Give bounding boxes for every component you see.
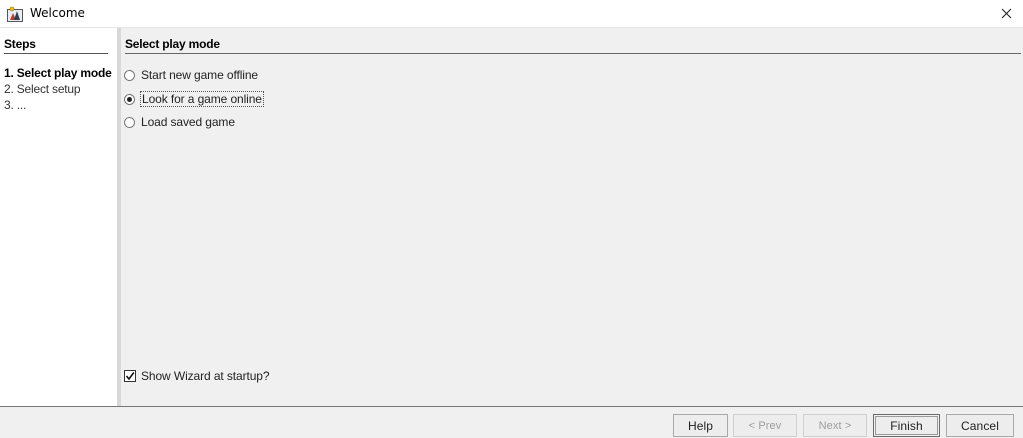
steps-header: Steps [4, 37, 108, 54]
show-wizard-checkbox-row[interactable]: Show Wizard at startup? [124, 368, 270, 384]
help-button[interactable]: Help [673, 414, 728, 437]
radio-button[interactable] [124, 116, 135, 128]
title-bar: Welcome [0, 0, 1023, 28]
app-icon [7, 6, 23, 22]
radio-label: Look for a game online [140, 91, 264, 107]
step-item-select-play-mode: 1. Select play mode [4, 66, 112, 80]
window-title: Welcome [30, 6, 85, 20]
close-button[interactable] [989, 0, 1023, 27]
radio-start-new-game-offline[interactable]: Start new game offline [124, 67, 258, 83]
steps-panel: Steps 1. Select play mode 2. Select setu… [0, 28, 117, 406]
cancel-button[interactable]: Cancel [946, 414, 1014, 437]
close-icon [1001, 8, 1011, 19]
content-header: Select play mode [125, 37, 1021, 54]
button-bar: Help < Prev Next > Finish Cancel [0, 406, 1023, 438]
next-button[interactable]: Next > [803, 414, 867, 437]
radio-label: Start new game offline [141, 68, 258, 82]
radio-label: Load saved game [141, 115, 235, 129]
radio-button[interactable] [124, 69, 135, 81]
radio-load-saved-game[interactable]: Load saved game [124, 114, 235, 130]
finish-button[interactable]: Finish [873, 414, 940, 437]
step-item-select-setup: 2. Select setup [4, 82, 81, 96]
step-item-3: 3. ... [4, 98, 27, 112]
show-wizard-checkbox[interactable] [124, 370, 136, 382]
show-wizard-label: Show Wizard at startup? [141, 369, 270, 383]
prev-button[interactable]: < Prev [733, 414, 797, 437]
radio-button[interactable] [124, 93, 135, 105]
radio-look-for-game-online[interactable]: Look for a game online [124, 91, 264, 107]
checkmark-icon [125, 372, 135, 381]
split-pane-divider[interactable] [117, 28, 121, 406]
